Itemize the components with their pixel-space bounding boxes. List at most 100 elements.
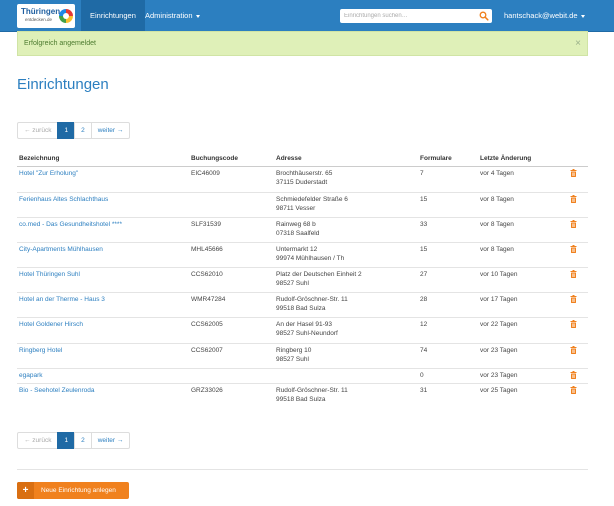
trash-icon[interactable] — [570, 194, 577, 203]
cell-forms: 12 — [418, 316, 478, 343]
divider — [17, 469, 588, 470]
cell-actions — [568, 165, 588, 192]
table-row[interactable]: Hotel "Zur Erholung" EIC46009 Brochthäuser… — [17, 165, 588, 192]
address-city: 98527 Suhl-Neundorf — [276, 330, 338, 337]
cell-actions — [568, 367, 588, 383]
facility-link[interactable]: egapark — [19, 372, 43, 379]
pagination-prev[interactable]: ← zurück — [17, 432, 59, 449]
cell-code: CCS62010 — [189, 266, 274, 292]
header-adresse[interactable]: Adresse — [274, 152, 418, 167]
pagination-page-1[interactable]: 1 — [57, 122, 76, 139]
pagination-next[interactable]: weiter → — [90, 432, 131, 449]
address-street: Brochthäuserstr. 65 — [276, 169, 333, 177]
address-city: 99518 Bad Sulza — [276, 396, 326, 403]
trash-icon[interactable] — [570, 345, 577, 354]
trash-icon[interactable] — [570, 319, 577, 328]
facility-link[interactable]: co.med - Das Gesundheitshotel **** — [19, 221, 122, 228]
pagination-top: ← zurück 1 2 weiter → — [17, 122, 131, 139]
address-street: Ringberg 10 — [276, 346, 312, 354]
table-row[interactable]: co.med - Das Gesundheitshotel **** SLF315… — [17, 216, 588, 242]
cell-changed: vor 25 Tagen — [478, 382, 568, 408]
table-row[interactable]: Ferienhaus Altes Schlachthaus Schmiedefel… — [17, 191, 588, 217]
address-street: Schmiedefelder Straße 6 — [276, 195, 348, 203]
cell-forms: 0 — [418, 367, 478, 383]
new-facility-button[interactable]: + Neue Einrichtung anlegen — [17, 482, 129, 499]
facility-link[interactable]: Hotel Thüringen Suhl — [19, 271, 80, 278]
cell-name: Hotel "Zur Erholung" — [17, 165, 189, 192]
cell-name: Ringberg Hotel — [17, 342, 189, 368]
table-row[interactable]: Ringberg Hotel CCS62007 Ringberg 10 98527 S… — [17, 342, 588, 368]
facility-link[interactable]: Bio - Seehotel Zeulenroda — [19, 387, 95, 394]
brand-logo-link[interactable]: Thüringen entdecken.de — [17, 4, 75, 28]
cell-forms: 33 — [418, 216, 478, 242]
facility-link[interactable]: Hotel Goldener Hirsch — [19, 321, 83, 328]
cell-actions — [568, 382, 588, 408]
address-street: An der Hasel 91-93 — [276, 320, 333, 328]
cell-address: Platz der Deutschen Einheit 2 98527 Suhl — [274, 266, 418, 292]
cell-changed: vor 8 Tagen — [478, 191, 568, 217]
cell-code: CCS62007 — [189, 342, 274, 368]
pagination-page-2[interactable]: 2 — [74, 432, 92, 449]
search-icon[interactable] — [479, 11, 489, 21]
cell-forms: 15 — [418, 241, 478, 267]
trash-icon[interactable] — [570, 168, 577, 177]
table-row[interactable]: Bio - Seehotel Zeulenroda GRZ33026 Rudolf-… — [17, 382, 588, 408]
cell-actions — [568, 216, 588, 242]
table-row[interactable]: Hotel an der Therme - Haus 3 WMR47284 Rudo… — [17, 291, 588, 317]
address-city: 99974 Mühlhausen / Th — [276, 255, 345, 262]
address-street: Rudolf-Gröschner-Str. 11 — [276, 295, 348, 303]
cell-address: Schmiedefelder Straße 6 98711 Vesser — [274, 191, 418, 217]
facilities-table: Bezeichnung Buchungscode Adresse Formula… — [17, 152, 588, 408]
close-icon[interactable]: × — [575, 32, 581, 55]
trash-icon[interactable] — [570, 244, 577, 253]
pagination-next[interactable]: weiter → — [90, 122, 131, 139]
rainbow-circle-logo-icon — [59, 9, 73, 23]
cell-actions — [568, 266, 588, 292]
cell-code: CCS62005 — [189, 316, 274, 343]
pagination-prev[interactable]: ← zurück — [17, 122, 59, 139]
trash-icon[interactable] — [570, 385, 577, 394]
page-title: Einrichtungen — [17, 76, 109, 93]
table-row[interactable]: egapark 0 vor 23 Tagen — [17, 367, 588, 383]
user-menu[interactable]: hantschack@webit.de — [504, 0, 585, 32]
nav-item-administration[interactable]: Administration — [136, 0, 209, 32]
address-city: 98711 Vesser — [276, 205, 316, 212]
search-box — [340, 9, 492, 23]
table-row[interactable]: Hotel Thüringen Suhl CCS62010 Platz der De… — [17, 266, 588, 292]
header-actions — [568, 152, 588, 167]
search-input[interactable] — [340, 9, 476, 23]
trash-icon[interactable] — [570, 294, 577, 303]
header-letzte-aenderung[interactable]: Letzte Änderung — [478, 152, 568, 167]
facility-link[interactable]: Hotel "Zur Erholung" — [19, 170, 78, 177]
facility-link[interactable]: City-Apartments Mühlhausen — [19, 246, 103, 253]
pagination-page-1[interactable]: 1 — [57, 432, 76, 449]
cell-code: SLF31539 — [189, 216, 274, 242]
pagination-page-2[interactable]: 2 — [74, 122, 92, 139]
trash-icon[interactable] — [570, 269, 577, 278]
header-formulare[interactable]: Formulare — [418, 152, 478, 167]
facility-link[interactable]: Ringberg Hotel — [19, 347, 62, 354]
cell-forms: 74 — [418, 342, 478, 368]
header-bezeichnung[interactable]: Bezeichnung — [17, 152, 189, 167]
cell-changed: vor 10 Tagen — [478, 266, 568, 292]
success-alert: Erfolgreich angemeldet × — [17, 31, 588, 56]
cell-forms: 7 — [418, 165, 478, 192]
cell-changed: vor 17 Tagen — [478, 291, 568, 317]
header-buchungscode[interactable]: Buchungscode — [189, 152, 274, 167]
table-row[interactable]: City-Apartments Mühlhausen MHL45666 Unterm… — [17, 241, 588, 267]
cell-changed: vor 23 Tagen — [478, 367, 568, 383]
facility-link[interactable]: Ferienhaus Altes Schlachthaus — [19, 196, 108, 203]
cell-address — [274, 367, 418, 383]
plus-icon: + — [17, 482, 34, 499]
cell-changed: vor 4 Tagen — [478, 165, 568, 192]
trash-icon[interactable] — [570, 370, 577, 379]
trash-icon[interactable] — [570, 219, 577, 228]
pagination-bottom: ← zurück 1 2 weiter → — [17, 432, 131, 449]
facility-link[interactable]: Hotel an der Therme - Haus 3 — [19, 296, 105, 303]
cell-forms: 28 — [418, 291, 478, 317]
cell-actions — [568, 241, 588, 267]
user-email: hantschack@webit.de — [504, 11, 578, 20]
cell-name: co.med - Das Gesundheitshotel **** — [17, 216, 189, 242]
table-row[interactable]: Hotel Goldener Hirsch CCS62005 An der Hase… — [17, 316, 588, 343]
cell-name: Bio - Seehotel Zeulenroda — [17, 382, 189, 408]
